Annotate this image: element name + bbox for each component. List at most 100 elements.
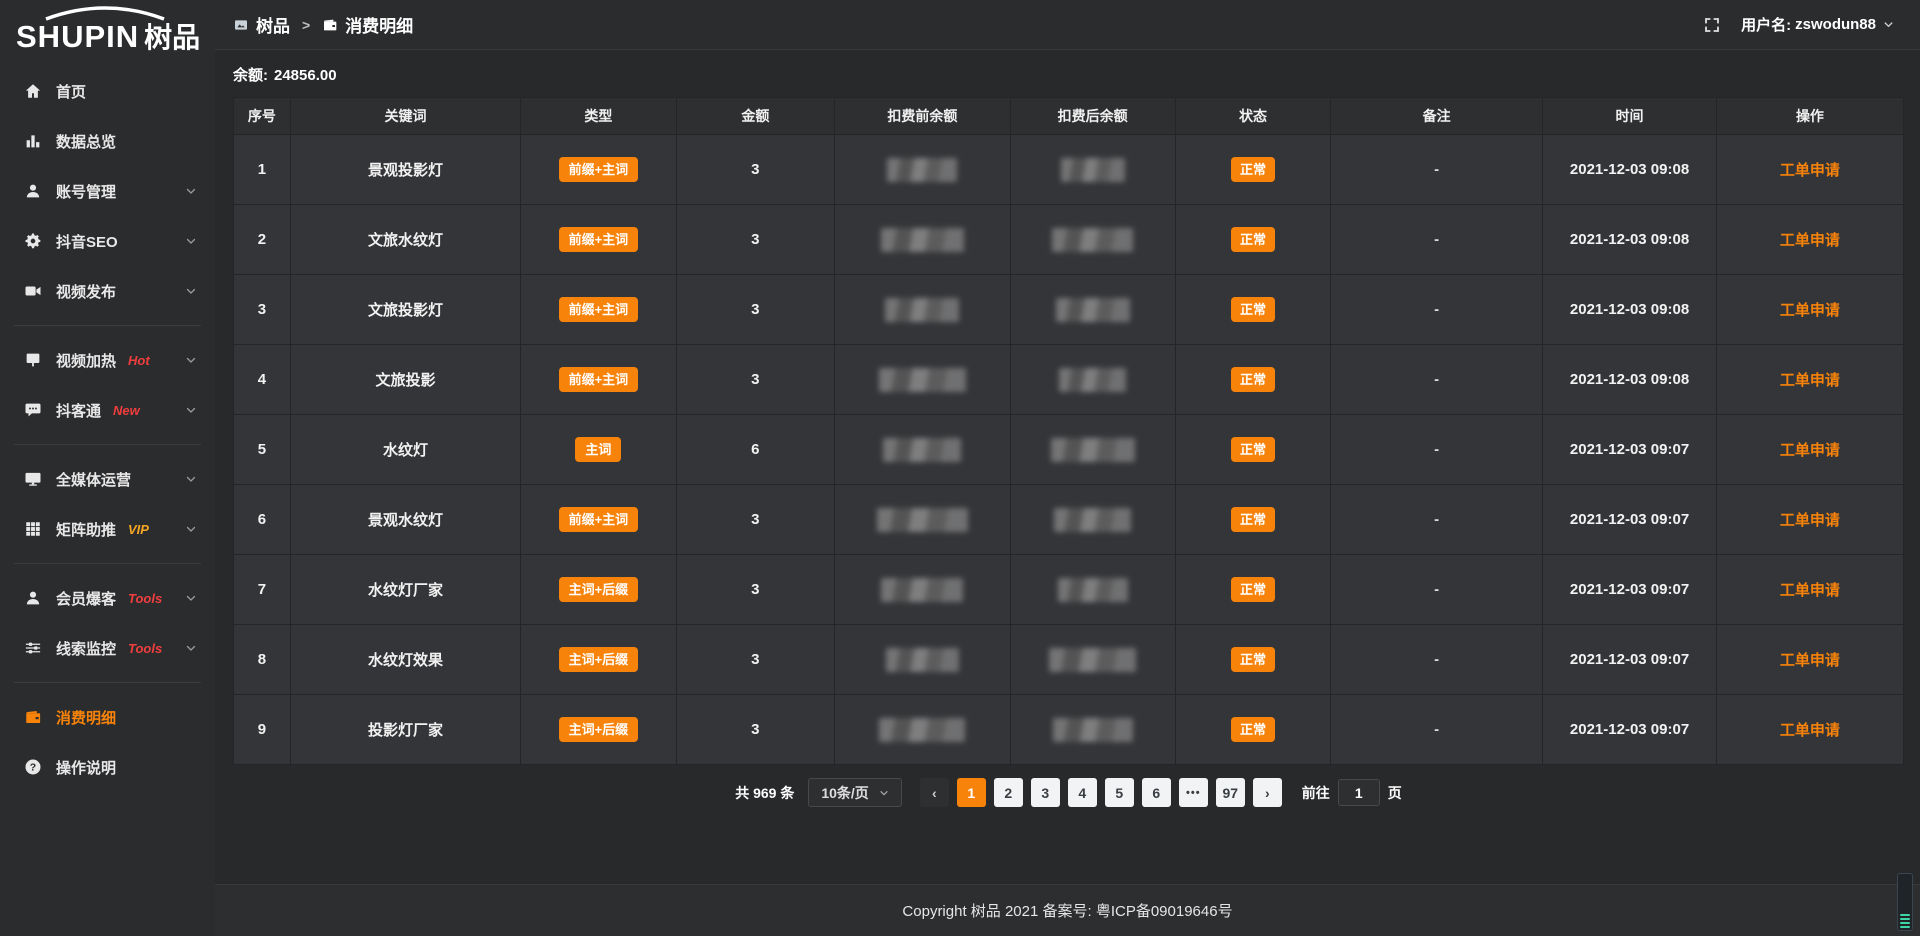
consumption-table: 序号关键词类型金额扣费前余额扣费后余额状态备注时间操作 1景观投影灯前缀+主词3… [233, 97, 1904, 765]
cell-status: 正常 [1175, 345, 1330, 415]
time-text: 2021-12-03 09:08 [1570, 301, 1689, 318]
row-index: 3 [258, 301, 266, 318]
chevron-down-icon [185, 185, 197, 197]
action-ticket-link[interactable]: 工单申请 [1780, 582, 1840, 599]
keyword-text: 水纹灯 [383, 442, 428, 459]
logo[interactable]: SHUPIN树品 [0, 0, 215, 58]
cell-keyword: 水纹灯厂家 [290, 555, 520, 625]
cell-time: 2021-12-03 09:07 [1543, 485, 1717, 555]
sidebar-divider [14, 325, 201, 326]
next-page-button[interactable]: › [1253, 778, 1282, 807]
action-ticket-link[interactable]: 工单申请 [1780, 442, 1840, 459]
sidebar-item-account-management[interactable]: 账号管理 [0, 166, 215, 216]
sidebar-item-label: 视频加热 [56, 350, 116, 371]
cell-status: 正常 [1175, 275, 1330, 345]
cell-time: 2021-12-03 09:08 [1543, 275, 1717, 345]
cell-note: - [1331, 625, 1543, 695]
redacted-balance-after [1059, 368, 1126, 392]
time-text: 2021-12-03 09:07 [1570, 441, 1689, 458]
sidebar-item-doukaitong[interactable]: 抖客通New [0, 385, 215, 435]
chevron-down-icon [185, 235, 197, 247]
cell-index: 7 [234, 555, 291, 625]
sidebar-item-matrix-boost[interactable]: 矩阵助推VIP [0, 504, 215, 554]
keyword-text: 文旅投影灯 [368, 302, 443, 319]
status-badge: 正常 [1231, 507, 1275, 532]
action-ticket-link[interactable]: 工单申请 [1780, 652, 1840, 669]
sidebar-item-video-publish[interactable]: 视频发布 [0, 266, 215, 316]
status-badge: 正常 [1231, 717, 1275, 742]
action-ticket-link[interactable]: 工单申请 [1780, 722, 1840, 739]
note-text: - [1434, 161, 1439, 178]
type-badge: 主词+后缀 [559, 717, 639, 742]
sidebar-item-douyin-seo[interactable]: 抖音SEO [0, 216, 215, 266]
cell-balance-before [835, 205, 1010, 275]
cell-time: 2021-12-03 09:08 [1543, 205, 1717, 275]
column-header-time: 时间 [1543, 98, 1717, 135]
page-button-4[interactable]: 4 [1068, 778, 1097, 807]
row-index: 2 [258, 231, 266, 248]
more-pages-button[interactable]: ••• [1179, 778, 1208, 807]
cell-amount: 3 [676, 275, 835, 345]
sidebar-divider [14, 563, 201, 564]
sidebar-item-operation-guide[interactable]: ?操作说明 [0, 742, 215, 792]
content-area: 余额:24856.00 序号关键词类型金额扣费前余额扣费后余额状态备注时间操作 … [215, 50, 1920, 884]
redacted-balance-before [881, 228, 964, 252]
cell-status: 正常 [1175, 135, 1330, 205]
floating-widget[interactable] [1897, 873, 1913, 931]
action-ticket-link[interactable]: 工单申请 [1780, 372, 1840, 389]
cell-status: 正常 [1175, 555, 1330, 625]
cell-balance-before [835, 485, 1010, 555]
sidebar-item-data-overview[interactable]: 数据总览 [0, 116, 215, 166]
keyword-text: 文旅投影 [375, 372, 435, 389]
topbar: 树品 > 消费明细 用户名: zswodun88 [215, 0, 1920, 50]
sidebar-item-label: 线索监控 [56, 638, 116, 659]
cell-amount: 3 [676, 625, 835, 695]
page-button-1[interactable]: 1 [957, 778, 986, 807]
action-ticket-link[interactable]: 工单申请 [1780, 162, 1840, 179]
row-index: 1 [258, 161, 266, 178]
note-text: - [1434, 231, 1439, 248]
breadcrumb-app-link[interactable]: 树品 [233, 12, 290, 37]
wallet-icon [322, 17, 338, 33]
redacted-balance-before [886, 648, 959, 672]
cell-action: 工单申请 [1716, 625, 1903, 695]
goto-page-input[interactable] [1338, 779, 1380, 806]
copyright-text: Copyright 树品 2021 备案号: 粤ICP备09019646号 [902, 900, 1232, 921]
sidebar-item-video-heating[interactable]: 视频加热Hot [0, 335, 215, 385]
chevron-down-icon [879, 788, 889, 798]
page-button-6[interactable]: 6 [1142, 778, 1171, 807]
page-size-select[interactable]: 10条/页 [808, 778, 901, 807]
page-button-5[interactable]: 5 [1105, 778, 1134, 807]
action-ticket-link[interactable]: 工单申请 [1780, 512, 1840, 529]
amount-value: 3 [751, 511, 759, 528]
redacted-balance-after [1061, 158, 1125, 182]
fullscreen-icon[interactable] [1703, 16, 1721, 34]
sidebar-item-home[interactable]: 首页 [0, 66, 215, 116]
sidebar-item-consumption-detail[interactable]: 消费明细 [0, 692, 215, 742]
page-button-2[interactable]: 2 [994, 778, 1023, 807]
action-ticket-link[interactable]: 工单申请 [1780, 302, 1840, 319]
sidebar-item-member-leads[interactable]: 会员爆客Tools [0, 573, 215, 623]
status-badge: 正常 [1231, 367, 1275, 392]
user-menu[interactable]: 用户名: zswodun88 [1741, 14, 1894, 35]
prev-page-button[interactable]: ‹ [920, 778, 949, 807]
table-row: 2文旅水纹灯前缀+主词3正常-2021-12-03 09:08工单申请 [234, 205, 1904, 275]
chevron-down-icon [185, 592, 197, 604]
redacted-balance-after [1049, 648, 1136, 672]
page-button-97[interactable]: 97 [1216, 778, 1245, 807]
widget-bar [1900, 918, 1910, 920]
sidebar-item-all-media-operation[interactable]: 全媒体运营 [0, 454, 215, 504]
cell-type: 前缀+主词 [521, 345, 676, 415]
sidebar-item-clue-monitor[interactable]: 线索监控Tools [0, 623, 215, 673]
type-badge: 主词+后缀 [559, 647, 639, 672]
cell-amount: 3 [676, 485, 835, 555]
action-ticket-link[interactable]: 工单申请 [1780, 232, 1840, 249]
column-header-amount: 金额 [676, 98, 835, 135]
cell-keyword: 水纹灯 [290, 415, 520, 485]
sliders-icon [24, 639, 42, 657]
redacted-balance-before [877, 508, 968, 532]
page-button-3[interactable]: 3 [1031, 778, 1060, 807]
redacted-balance-after [1054, 508, 1131, 532]
type-badge: 前缀+主词 [559, 297, 639, 322]
cell-status: 正常 [1175, 415, 1330, 485]
